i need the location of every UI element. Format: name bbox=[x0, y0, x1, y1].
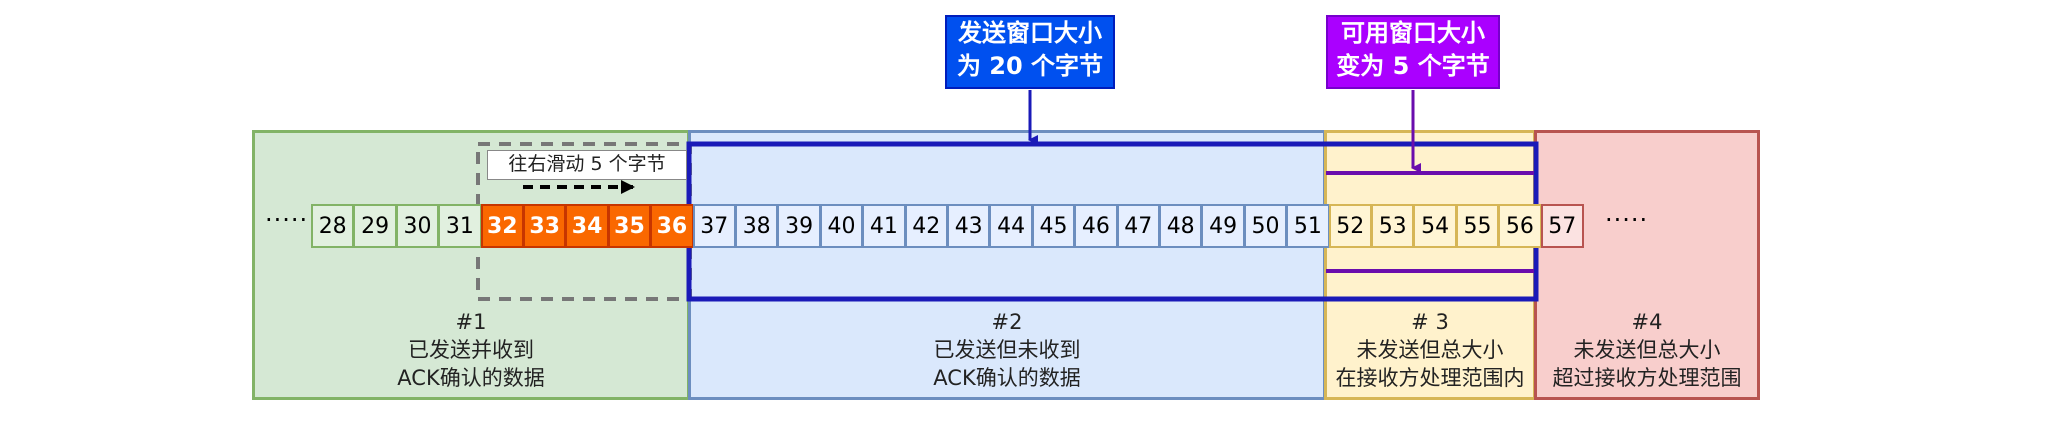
byte-cell: 53 bbox=[1371, 204, 1415, 248]
byte-cell: 35 bbox=[607, 204, 652, 248]
region-2-line2: ACK确认的数据 bbox=[933, 366, 1081, 390]
ellipsis-right: ····· bbox=[1605, 206, 1649, 234]
byte-cell: 51 bbox=[1286, 204, 1330, 248]
byte-cell: 48 bbox=[1159, 204, 1203, 248]
send-window-callout: 发送窗口大小 为 20 个字节 bbox=[945, 15, 1115, 89]
region-1-line1: 已发送并收到 bbox=[408, 338, 534, 362]
region-4-line2: 超过接收方处理范围 bbox=[1552, 366, 1742, 390]
region-1-id: #1 bbox=[455, 310, 487, 334]
byte-cell: 37 bbox=[692, 204, 736, 248]
byte-cell: 40 bbox=[819, 204, 864, 248]
byte-cell: 32 bbox=[480, 204, 524, 248]
usable-window-callout-line1: 可用窗口大小 bbox=[1341, 19, 1485, 47]
byte-cell: 45 bbox=[1031, 204, 1076, 248]
region-3-id: # 3 bbox=[1411, 310, 1449, 334]
region-4-line1: 未发送但总大小 bbox=[1573, 338, 1721, 362]
region-2-line1: 已发送但未收到 bbox=[933, 338, 1081, 362]
byte-cell: 42 bbox=[904, 204, 948, 248]
region-3-line1: 未发送但总大小 bbox=[1356, 338, 1504, 362]
region-2-id: #2 bbox=[991, 310, 1023, 334]
slide-label: 往右滑动 5 个字节 bbox=[487, 150, 687, 180]
region-2-label: #2 已发送但未收到 ACK确认的数据 bbox=[688, 308, 1326, 392]
region-4-id: #4 bbox=[1631, 310, 1663, 334]
send-window-callout-line1: 发送窗口大小 bbox=[958, 19, 1102, 47]
byte-cell: 43 bbox=[947, 204, 991, 248]
byte-cell: 33 bbox=[523, 204, 567, 248]
byte-cell: 55 bbox=[1455, 204, 1500, 248]
region-4-label: #4 未发送但总大小 超过接收方处理范围 bbox=[1534, 308, 1760, 392]
byte-cell: 31 bbox=[438, 204, 482, 248]
send-window-callout-line2: 为 20 个字节 bbox=[956, 52, 1104, 80]
byte-cell: 38 bbox=[735, 204, 779, 248]
usable-window-callout: 可用窗口大小 变为 5 个字节 bbox=[1326, 15, 1500, 89]
byte-cell: 49 bbox=[1201, 204, 1245, 248]
byte-cell: 30 bbox=[395, 204, 440, 248]
byte-cell: 36 bbox=[650, 204, 694, 248]
byte-cell: 57 bbox=[1540, 204, 1584, 248]
byte-cell: 46 bbox=[1074, 204, 1118, 248]
byte-cell: 44 bbox=[989, 204, 1033, 248]
byte-cell: 28 bbox=[311, 204, 355, 248]
byte-cell: 39 bbox=[777, 204, 821, 248]
byte-cell: 41 bbox=[862, 204, 906, 248]
ellipsis-left: ····· bbox=[265, 206, 309, 234]
byte-cell: 29 bbox=[353, 204, 397, 248]
region-3-line2: 在接收方处理范围内 bbox=[1335, 366, 1525, 390]
usable-window-callout-line2: 变为 5 个字节 bbox=[1336, 52, 1490, 80]
region-1-line2: ACK确认的数据 bbox=[397, 366, 545, 390]
byte-cell: 56 bbox=[1498, 204, 1542, 248]
byte-cell: 47 bbox=[1116, 204, 1160, 248]
byte-cell: 54 bbox=[1413, 204, 1457, 248]
byte-cell: 50 bbox=[1243, 204, 1288, 248]
byte-cell: 34 bbox=[565, 204, 609, 248]
region-1-label: #1 已发送并收到 ACK确认的数据 bbox=[252, 308, 690, 392]
byte-cell: 52 bbox=[1328, 204, 1372, 248]
region-3-label: # 3 未发送但总大小 在接收方处理范围内 bbox=[1324, 308, 1536, 392]
